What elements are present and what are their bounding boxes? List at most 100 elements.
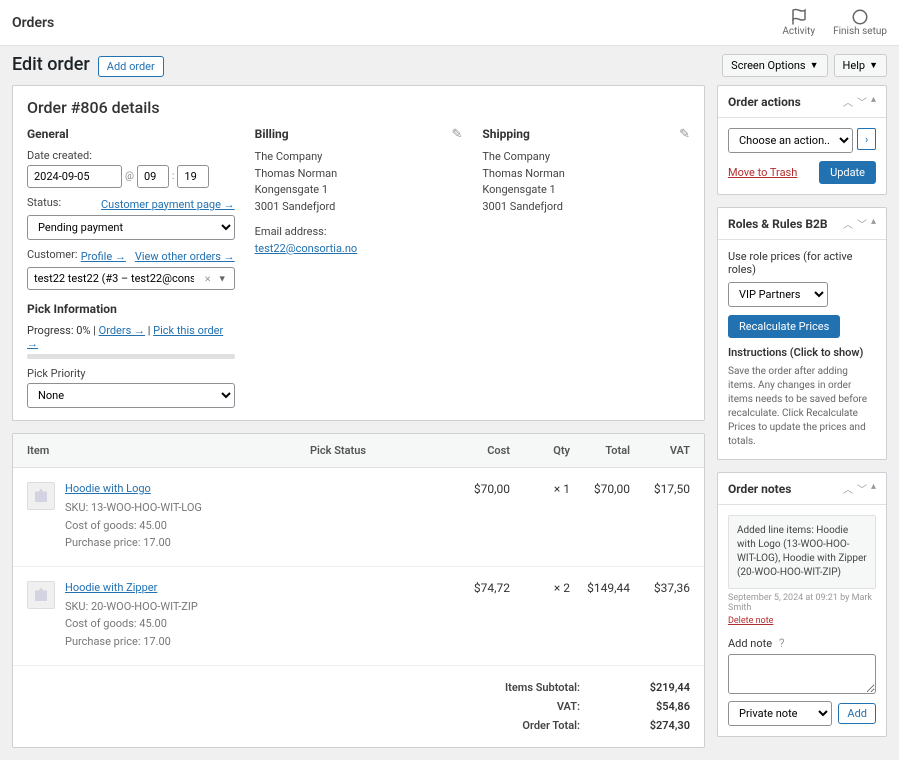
chevron-up-icon[interactable]: ▴ bbox=[871, 94, 876, 109]
page-title: Edit order bbox=[12, 54, 90, 75]
chevron-up-icon[interactable]: ︿ bbox=[843, 94, 853, 109]
customer-select[interactable] bbox=[27, 267, 235, 290]
note-meta: September 5, 2024 at 09:21 by Mark Smith bbox=[728, 593, 876, 613]
item-cost: $74,72 bbox=[450, 581, 510, 595]
subtotal-value: $219,44 bbox=[630, 681, 690, 694]
chevron-up-icon[interactable]: ▴ bbox=[871, 216, 876, 231]
add-order-button[interactable]: Add order bbox=[98, 56, 164, 77]
progress-label: Progress: 0% bbox=[27, 324, 90, 337]
product-thumbnail[interactable] bbox=[27, 482, 55, 510]
item-cog: Cost of goods: 45.00 bbox=[65, 517, 310, 535]
col-qty: Qty bbox=[510, 444, 570, 457]
instructions-text: Save the order after adding items. Any c… bbox=[728, 365, 876, 449]
note-item: Added line items: Hoodie with Logo (13-W… bbox=[728, 515, 876, 589]
billing-line: Kongensgate 1 bbox=[255, 182, 463, 199]
add-note-button[interactable]: Add bbox=[838, 703, 876, 724]
col-total: Total bbox=[570, 444, 630, 457]
circle-icon bbox=[851, 8, 869, 26]
item-row: Hoodie with Zipper SKU: 20-WOO-HOO-WIT-Z… bbox=[13, 567, 704, 666]
finish-setup-label: Finish setup bbox=[833, 26, 887, 37]
item-vat: $37,36 bbox=[630, 581, 690, 595]
roles-panel: Roles & Rules B2B ︿ ﹀ ▴ Use role prices (f… bbox=[717, 207, 887, 460]
billing-line: 3001 Sandefjord bbox=[255, 199, 463, 216]
date-input[interactable] bbox=[27, 165, 122, 188]
pick-orders-link[interactable]: Orders → bbox=[99, 324, 145, 337]
vat-value: $54,86 bbox=[630, 700, 690, 713]
chevron-down-icon[interactable]: ﹀ bbox=[857, 216, 867, 231]
apply-action-button[interactable]: › bbox=[857, 128, 876, 150]
billing-email[interactable]: test22@consortia.no bbox=[255, 242, 358, 255]
item-total: $70,00 bbox=[570, 482, 630, 496]
chevron-down-icon[interactable]: ▼ bbox=[218, 273, 227, 284]
item-row: Hoodie with Logo SKU: 13-WOO-HOO-WIT-LOG… bbox=[13, 468, 704, 567]
item-pp: Purchase price: 17.00 bbox=[65, 633, 310, 651]
item-vat: $17,50 bbox=[630, 482, 690, 496]
order-actions-panel: Order actions ︿﹀▴ Choose an action... › … bbox=[717, 85, 887, 195]
item-sku: SKU: 13-WOO-HOO-WIT-LOG bbox=[65, 499, 310, 517]
minute-input[interactable] bbox=[177, 165, 209, 188]
status-label: Status: bbox=[27, 196, 61, 209]
email-label: Email address: bbox=[255, 225, 463, 238]
item-name-link[interactable]: Hoodie with Logo bbox=[65, 482, 151, 495]
customer-payment-link[interactable]: Customer payment page → bbox=[101, 198, 235, 211]
order-title: Order #806 details bbox=[27, 98, 690, 117]
vat-label: VAT: bbox=[557, 700, 580, 713]
items-panel: Item Pick Status Cost Qty Total VAT Hood… bbox=[12, 433, 705, 748]
roles-title: Roles & Rules B2B bbox=[728, 217, 828, 231]
flag-icon bbox=[790, 8, 808, 26]
move-to-trash-link[interactable]: Move to Trash bbox=[728, 166, 797, 179]
note-type-select[interactable]: Private note bbox=[728, 701, 832, 726]
view-orders-link[interactable]: View other orders → bbox=[135, 250, 235, 263]
billing-line: The Company bbox=[255, 149, 463, 166]
item-name-link[interactable]: Hoodie with Zipper bbox=[65, 581, 157, 594]
use-role-label: Use role prices (for active roles) bbox=[728, 250, 876, 276]
chevron-down-icon[interactable]: ﹀ bbox=[857, 481, 867, 496]
item-sku: SKU: 20-WOO-HOO-WIT-ZIP bbox=[65, 598, 310, 616]
chevron-right-icon: › bbox=[865, 133, 868, 146]
chevron-down-icon: ▼ bbox=[869, 60, 878, 71]
activity-label: Activity bbox=[782, 26, 815, 37]
item-cost: $70,00 bbox=[450, 482, 510, 496]
delete-note-link[interactable]: Delete note bbox=[728, 616, 773, 626]
subtotal-label: Items Subtotal: bbox=[505, 681, 580, 694]
clear-icon[interactable]: × bbox=[205, 272, 211, 285]
pick-info-heading: Pick Information bbox=[27, 302, 235, 316]
update-button[interactable]: Update bbox=[819, 161, 876, 184]
item-qty: × 2 bbox=[510, 581, 570, 595]
chevron-up-icon[interactable]: ︿ bbox=[843, 481, 853, 496]
pick-priority-select[interactable]: None bbox=[27, 383, 235, 408]
recalculate-button[interactable]: Recalculate Prices bbox=[728, 315, 840, 338]
help-button[interactable]: Help▼ bbox=[834, 54, 887, 77]
product-icon bbox=[32, 487, 50, 505]
screen-options-button[interactable]: Screen Options▼ bbox=[722, 54, 827, 77]
col-item: Item bbox=[27, 444, 310, 457]
help-icon[interactable]: ? bbox=[779, 636, 785, 650]
instructions-toggle[interactable]: Instructions (Click to show) bbox=[728, 346, 876, 359]
col-vat: VAT bbox=[630, 444, 690, 457]
status-select[interactable]: Pending payment bbox=[27, 215, 235, 240]
role-select[interactable]: VIP Partners bbox=[728, 282, 828, 307]
general-heading: General bbox=[27, 127, 235, 141]
edit-shipping-icon[interactable]: ✎ bbox=[679, 127, 690, 142]
product-icon bbox=[32, 586, 50, 604]
date-created-label: Date created: bbox=[27, 149, 235, 162]
action-select[interactable]: Choose an action... bbox=[728, 128, 853, 153]
chevron-up-icon[interactable]: ▴ bbox=[871, 481, 876, 496]
shipping-line: The Company bbox=[482, 149, 690, 166]
billing-heading: Billing bbox=[255, 127, 463, 141]
chevron-down-icon[interactable]: ﹀ bbox=[857, 94, 867, 109]
note-textarea[interactable] bbox=[728, 654, 876, 694]
product-thumbnail[interactable] bbox=[27, 581, 55, 609]
order-details-panel: Order #806 details General Date created:… bbox=[12, 85, 705, 421]
order-actions-title: Order actions bbox=[728, 95, 801, 109]
edit-billing-icon[interactable]: ✎ bbox=[451, 127, 462, 142]
pick-priority-label: Pick Priority bbox=[27, 367, 235, 380]
activity-button[interactable]: Activity bbox=[782, 8, 815, 37]
page-breadcrumb: Orders bbox=[12, 15, 54, 31]
profile-link[interactable]: Profile → bbox=[81, 250, 126, 263]
chevron-up-icon[interactable]: ︿ bbox=[843, 216, 853, 231]
hour-input[interactable] bbox=[137, 165, 169, 188]
shipping-line: Kongensgate 1 bbox=[482, 182, 690, 199]
shipping-heading: Shipping bbox=[482, 127, 690, 141]
finish-setup-button[interactable]: Finish setup bbox=[833, 8, 887, 37]
